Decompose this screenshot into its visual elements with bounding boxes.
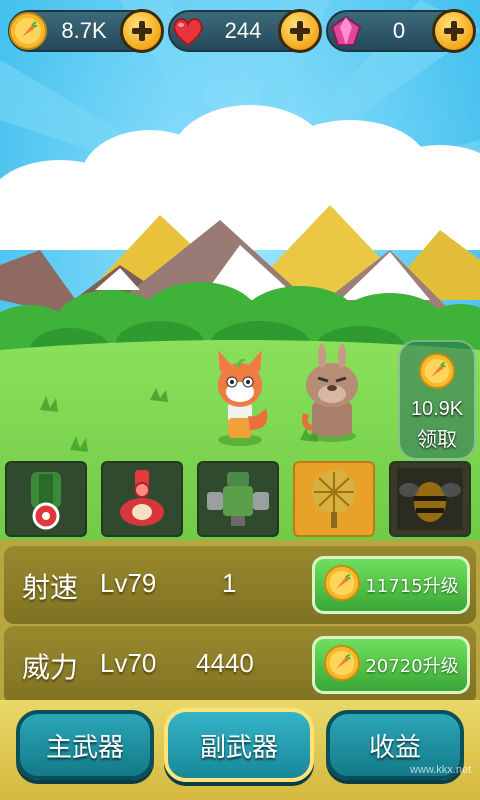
golden-tree-icon — [312, 470, 356, 528]
gatling-icon — [207, 472, 269, 526]
tab-label: 主武器 — [45, 732, 124, 763]
claim-reward-button[interactable]: 10.9K 领取 — [398, 340, 476, 460]
gem-icon — [326, 11, 366, 51]
red-cannon-icon — [120, 470, 164, 526]
heart-counter: 244 — [168, 9, 322, 53]
coin-counter: 8.7K — [8, 9, 164, 53]
upgrade-row-power: 威力 Lv70 4440 20720升级 — [4, 626, 476, 704]
weapon-slot-red-cannon[interactable] — [101, 461, 183, 537]
upgrade-fire-rate-button[interactable]: 11715升级 — [312, 556, 470, 614]
plus-icon — [444, 21, 464, 41]
upgrade-power-button[interactable]: 20720升级 — [312, 636, 470, 694]
plus-icon — [132, 21, 152, 41]
upgrade-name: 射速 — [22, 571, 79, 604]
claim-amount: 10.9K — [410, 398, 464, 420]
claim-label: 领取 — [417, 427, 457, 451]
upgrade-cost: 20720升级 — [365, 656, 459, 677]
coin-amount: 8.7K — [61, 18, 107, 43]
add-coins-button[interactable] — [120, 9, 164, 53]
plus-icon — [290, 21, 310, 41]
upgrade-row-fire-rate: 射速 Lv79 1 11715升级 — [4, 546, 476, 624]
watermark: www.kkx.net — [410, 764, 472, 776]
tab-label: 副武器 — [199, 732, 278, 763]
heart-amount: 244 — [224, 18, 262, 43]
add-gems-button[interactable] — [432, 9, 476, 53]
carrot-coin-icon — [418, 352, 456, 394]
carrot-coin-icon — [323, 564, 361, 607]
green-cannon-icon — [31, 472, 61, 530]
weapon-slot-green-cannon[interactable] — [5, 461, 87, 537]
tab-secondary-weapon[interactable]: 副武器 — [164, 708, 314, 782]
weapon-slot-gatling[interactable] — [197, 461, 279, 537]
tab-primary-weapon[interactable]: 主武器 — [16, 710, 154, 780]
upgrade-name: 威力 — [22, 651, 79, 684]
heart-icon — [168, 11, 208, 51]
upgrade-level: Lv70 — [100, 648, 157, 678]
carrot-coin-icon — [323, 644, 361, 687]
bottom-tab-bar: 主武器 副武器 收益 www.kkx.net — [0, 700, 480, 800]
gem-amount: 0 — [392, 18, 406, 43]
weapon-slot-golden-tree[interactable] — [293, 461, 375, 537]
weapon-slot-locked-bee[interactable] — [389, 461, 471, 537]
weapon-slots — [5, 461, 477, 537]
upgrade-value: 1 — [222, 568, 237, 598]
add-hearts-button[interactable] — [278, 9, 322, 53]
upgrade-level: Lv79 — [100, 568, 157, 598]
gem-counter: 0 — [326, 9, 476, 53]
locked-bee-icon — [397, 468, 463, 530]
carrot-coin-icon — [8, 11, 48, 51]
upgrade-cost: 11715升级 — [365, 576, 459, 597]
tab-label: 收益 — [368, 732, 421, 763]
upgrade-value: 4440 — [196, 648, 254, 678]
